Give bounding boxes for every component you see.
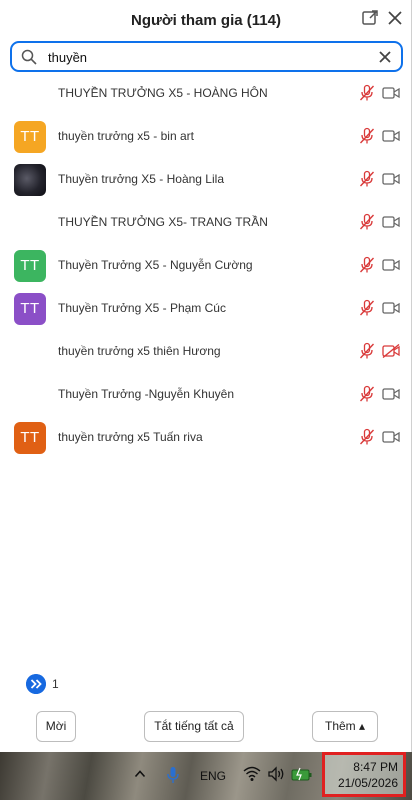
taskbar-clock[interactable]: 8:47 PM 21/05/2026: [322, 752, 406, 797]
participant-name: THUYỀN TRƯỞNG X5- TRANG TRẦN: [58, 215, 268, 229]
avatar-photo: [14, 164, 46, 196]
video-off-icon[interactable]: [382, 129, 400, 143]
clock-date: 21/05/2026: [337, 776, 398, 790]
video-off-icon[interactable]: [382, 301, 400, 315]
wifi-icon[interactable]: [243, 766, 261, 782]
mic-muted-icon[interactable]: [358, 342, 376, 360]
mic-muted-icon[interactable]: [358, 84, 376, 102]
video-off-icon[interactable]: [382, 172, 400, 186]
mute-all-button[interactable]: Tắt tiếng tất cả: [144, 711, 244, 742]
participant-row[interactable]: THUYỀN TRƯỞNG X5- TRANG TRẦN: [0, 201, 412, 244]
participant-name: Thuyền Trưởng X5 - Nguyễn Cường: [58, 258, 253, 272]
search-box: [10, 41, 403, 72]
participant-name: thuyền trưởng x5 Tuấn riva: [58, 430, 203, 444]
clear-icon[interactable]: [378, 50, 392, 64]
participant-name: Thuyền Trưởng X5 - Phạm Cúc: [58, 301, 226, 315]
participant-row[interactable]: thuyền trưởng x5 thiên Hương: [0, 330, 412, 373]
participant-row[interactable]: TT Thuyền Trưởng X5 - Phạm Cúc: [0, 287, 412, 330]
avatar: TT: [14, 422, 46, 454]
search-icon: [21, 49, 37, 65]
search-input[interactable]: [48, 47, 368, 67]
participant-name: THUYỀN TRƯỞNG X5 - HOÀNG HÔN: [58, 86, 268, 100]
mic-muted-icon[interactable]: [358, 299, 376, 317]
panel-header: Người tham gia (114): [0, 0, 412, 40]
participants-panel: Người tham gia (114) THUYỀN TRƯỞNG X5 - …: [0, 0, 412, 752]
mic-muted-icon[interactable]: [358, 170, 376, 188]
more-button[interactable]: Thêm ▴: [312, 711, 378, 742]
participant-name: Thuyền Trưởng -Nguyễn Khuyên: [58, 387, 234, 401]
participant-name: Thuyền trưởng X5 - Hoàng Lila: [58, 172, 224, 186]
microphone-icon[interactable]: [166, 766, 180, 784]
video-off-icon[interactable]: [382, 387, 400, 401]
video-off-icon[interactable]: [382, 86, 400, 100]
video-off-icon[interactable]: [382, 430, 400, 444]
mic-muted-icon[interactable]: [358, 256, 376, 274]
clock-time: 8:47 PM: [353, 760, 398, 774]
participant-row[interactable]: THUYỀN TRƯỞNG X5 - HOÀNG HÔN: [0, 72, 412, 115]
participant-row[interactable]: Thuyền trưởng X5 - Hoàng Lila: [0, 158, 412, 201]
chevron-up-icon[interactable]: [134, 768, 146, 780]
avatar: TT: [14, 250, 46, 282]
page-title: Người tham gia (114): [131, 12, 281, 29]
popout-icon[interactable]: [361, 9, 379, 27]
participant-name: thuyền trưởng x5 - bin art: [58, 129, 194, 143]
mic-muted-icon[interactable]: [358, 428, 376, 446]
participant-name: thuyền trưởng x5 thiên Hương: [58, 344, 221, 358]
language-indicator[interactable]: ENG: [200, 769, 226, 783]
video-blocked-icon[interactable]: [382, 344, 400, 358]
page-number: 1: [52, 677, 59, 691]
participant-row[interactable]: Thuyền Trưởng -Nguyễn Khuyên: [0, 373, 412, 416]
double-chevron-right-icon[interactable]: [26, 674, 46, 694]
participant-row[interactable]: TT Thuyền Trưởng X5 - Nguyễn Cường: [0, 244, 412, 287]
close-icon[interactable]: [386, 9, 404, 27]
battery-icon[interactable]: [291, 767, 313, 781]
mic-muted-icon[interactable]: [358, 127, 376, 145]
mic-muted-icon[interactable]: [358, 213, 376, 231]
participant-row[interactable]: TT thuyền trưởng x5 - bin art: [0, 115, 412, 158]
participant-row[interactable]: TT thuyền trưởng x5 Tuấn riva: [0, 416, 412, 459]
invite-button[interactable]: Mời: [36, 711, 76, 742]
avatar: TT: [14, 293, 46, 325]
video-off-icon[interactable]: [382, 215, 400, 229]
avatar: TT: [14, 121, 46, 153]
mic-muted-icon[interactable]: [358, 385, 376, 403]
volume-icon[interactable]: [268, 766, 286, 782]
video-off-icon[interactable]: [382, 258, 400, 272]
